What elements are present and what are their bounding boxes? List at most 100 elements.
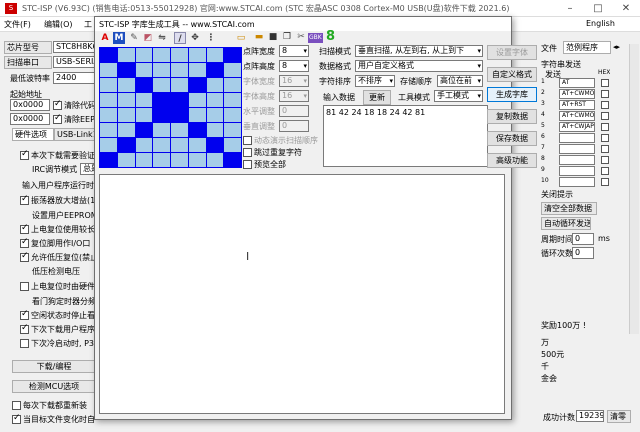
hex-checkbox[interactable] <box>601 167 609 175</box>
matrix-cell[interactable] <box>100 63 117 77</box>
matrix-cell[interactable] <box>224 123 241 137</box>
matrix-cell[interactable] <box>153 93 170 107</box>
hex-checkbox[interactable] <box>601 90 609 98</box>
menu-language[interactable]: English <box>586 19 615 28</box>
clear-code-option[interactable]: 清除代码 <box>53 100 96 111</box>
update-button[interactable]: 更新 <box>363 90 391 105</box>
tab-usb-link[interactable]: USB-Link1 <box>54 128 96 141</box>
matrix-cell[interactable] <box>135 48 153 62</box>
pencil-icon[interactable]: / <box>174 32 186 44</box>
matrix-cell[interactable] <box>153 78 170 92</box>
chip-select[interactable]: STC8H8K64U <box>53 41 95 53</box>
font-a-icon[interactable]: A <box>99 32 111 44</box>
scrollbar[interactable] <box>629 44 639 334</box>
matrix-cell[interactable] <box>188 48 206 62</box>
maximize-icon[interactable]: □ <box>584 0 612 17</box>
matrix-cell[interactable] <box>224 138 241 152</box>
copy-icon[interactable]: ❐ <box>281 31 293 43</box>
save-data-button[interactable]: 保存数据 <box>487 131 537 146</box>
scan-mode-select[interactable]: 垂直扫描, 从左到右, 从上到下 <box>355 45 483 57</box>
clear-count-button[interactable]: 清零 <box>607 410 631 423</box>
matrix-cell[interactable] <box>224 93 241 107</box>
hex-checkbox[interactable] <box>601 145 609 153</box>
tab-scroll-icon[interactable]: ◂▸ <box>613 43 620 51</box>
matrix-cell[interactable] <box>171 138 188 152</box>
tab-examples[interactable]: 范例程序 <box>563 41 611 54</box>
matrix-cell[interactable] <box>135 123 153 137</box>
matrix-cell[interactable] <box>206 63 224 77</box>
hex-checkbox[interactable] <box>601 178 609 186</box>
advanced-button[interactable]: 高级功能 <box>487 153 537 168</box>
matrix-cell[interactable] <box>188 93 206 107</box>
every-reload-option[interactable]: 每次下载都重新装 <box>12 400 96 411</box>
matrix-cell[interactable] <box>206 48 224 62</box>
close-tip-option[interactable]: 关闭提示 <box>541 189 573 200</box>
hex-checkbox[interactable] <box>601 156 609 164</box>
matrix-cell[interactable] <box>100 93 117 107</box>
dot-matrix-editor[interactable] <box>99 47 242 168</box>
matrix-cell[interactable] <box>117 63 135 77</box>
period-field[interactable]: 0 <box>572 233 594 245</box>
matrix-cell[interactable] <box>224 63 241 77</box>
send-item-field[interactable]: AT+CWMOD <box>559 111 595 121</box>
matrix-cell[interactable] <box>117 123 135 137</box>
matrix-cell[interactable] <box>224 108 241 122</box>
matrix-cell[interactable] <box>135 93 153 107</box>
data-format-select[interactable]: 用户自定义格式 <box>355 60 483 72</box>
v-offset-field[interactable]: 0 <box>279 120 309 132</box>
send-item-field[interactable] <box>559 166 595 176</box>
send-item-field[interactable]: AT+CWJAP <box>559 122 595 132</box>
flip-icon[interactable]: ⇋ <box>156 32 168 44</box>
move-icon[interactable]: ✥ <box>189 32 201 44</box>
custom-format-button[interactable]: 自定义格式 <box>487 67 537 82</box>
store-order-select[interactable]: 高位在前 <box>437 75 483 87</box>
matrix-cell[interactable] <box>224 78 241 92</box>
matrix-cell[interactable] <box>135 138 153 152</box>
option-next-download[interactable]: 下次下载用户程序 <box>20 324 96 335</box>
option-cold-start[interactable]: 下次冷启动时, P3. <box>20 338 96 349</box>
matrix-cell[interactable] <box>171 93 188 107</box>
matrix-cell[interactable] <box>224 153 241 167</box>
matrix-cell[interactable] <box>188 123 206 137</box>
option-hw-reset[interactable]: 上电复位时由硬件 <box>20 281 96 292</box>
matrix-cell[interactable] <box>153 108 170 122</box>
preview-all-option[interactable]: 预览全部 <box>243 159 286 170</box>
matrix-cell[interactable] <box>206 108 224 122</box>
eight-icon[interactable]: 8 <box>326 29 335 44</box>
matrix-cell[interactable] <box>206 123 224 137</box>
matrix-cell[interactable] <box>206 138 224 152</box>
char-sort-select[interactable]: 不排序 <box>355 75 395 87</box>
matrix-cell[interactable] <box>100 78 117 92</box>
more-icon[interactable]: ⋮ <box>205 32 217 44</box>
h-offset-field[interactable]: 0 <box>279 105 309 117</box>
hex-checkbox[interactable] <box>601 79 609 87</box>
matrix-cell[interactable] <box>117 138 135 152</box>
eraser-icon[interactable]: ◩ <box>142 32 154 44</box>
matrix-cell[interactable] <box>171 48 188 62</box>
matrix-cell[interactable] <box>117 78 135 92</box>
checkbox-icon[interactable] <box>53 100 62 110</box>
checkbox-icon[interactable] <box>53 114 62 124</box>
matrix-m-icon[interactable]: M <box>113 32 125 44</box>
matrix-cell[interactable] <box>153 153 170 167</box>
send-item-field[interactable]: AT+CWMOD <box>559 89 595 99</box>
tool-mode-select[interactable]: 手工模式 <box>434 90 483 102</box>
matrix-cell[interactable] <box>188 153 206 167</box>
send-item-field[interactable] <box>559 155 595 165</box>
input-data-textbox[interactable]: 81 42 24 18 18 24 42 81 <box>323 105 488 167</box>
matrix-cell[interactable] <box>100 48 117 62</box>
matrix-cell[interactable] <box>188 63 206 77</box>
port-select[interactable]: USB-SERIAL <box>53 56 95 68</box>
download-button[interactable]: 下载/编程 <box>12 360 96 373</box>
matrix-cell[interactable] <box>100 123 117 137</box>
matrix-cell[interactable] <box>100 108 117 122</box>
send-item-field[interactable]: AT+RST <box>559 100 595 110</box>
matrix-cell[interactable] <box>135 153 153 167</box>
matrix-cell[interactable] <box>153 63 170 77</box>
matrix-cell[interactable] <box>188 78 206 92</box>
option-gain[interactable]: 振荡器放大增益(1 <box>20 195 96 206</box>
matrix-cell[interactable] <box>117 153 135 167</box>
menu-file[interactable]: 文件(F) <box>4 19 31 30</box>
open-icon[interactable]: ▭ <box>235 32 247 44</box>
loop-count-field[interactable]: 0 <box>572 247 594 259</box>
